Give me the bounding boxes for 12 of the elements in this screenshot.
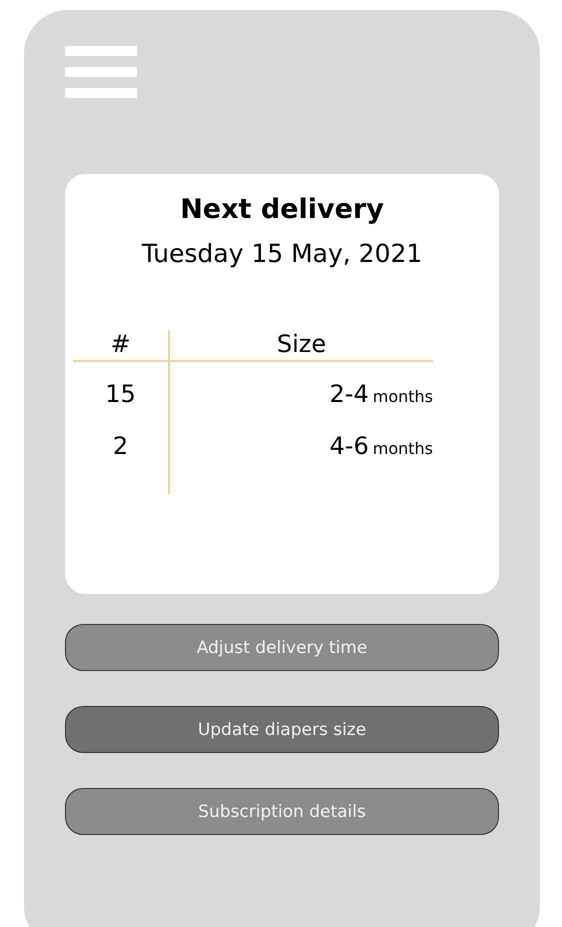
table-cell: 2 [73,414,170,466]
column-header: # [73,330,170,362]
column-header: Size [170,330,433,362]
table-cell-text: 2-4 months [328,379,433,410]
card-title: Next delivery [180,194,384,225]
action-button[interactable]: Adjust delivery time [65,624,499,671]
menu-icon[interactable] [65,46,137,98]
table-cell: 15 [73,362,170,414]
action-button[interactable]: Update diapers size [65,706,499,753]
delivery-date: Tuesday 15 May, 2021 [142,239,422,268]
table-cell-text: 4-6 months [328,431,433,462]
action-button[interactable]: Subscription details [65,788,499,835]
